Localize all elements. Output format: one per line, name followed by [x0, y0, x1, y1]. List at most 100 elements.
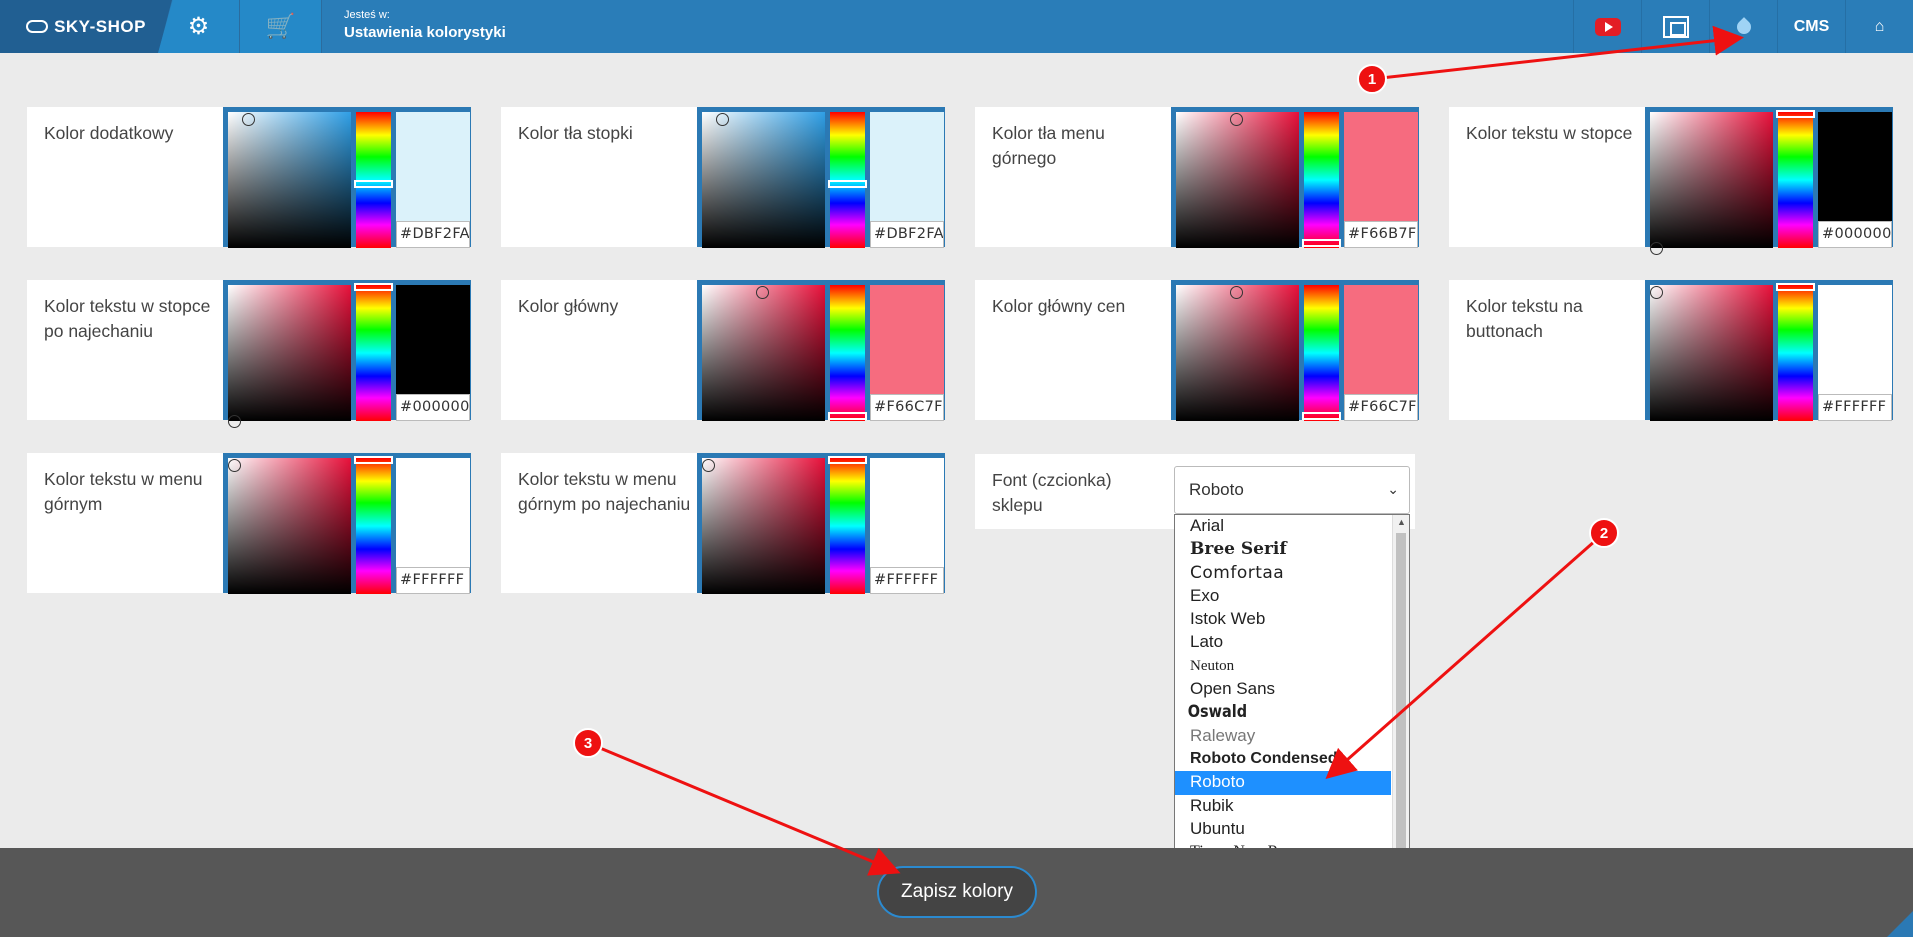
cms-label: CMS	[1793, 17, 1830, 35]
hue-handle[interactable]	[1776, 110, 1815, 118]
saturation-handle[interactable]	[228, 415, 241, 428]
settings-button[interactable]: ⚙	[158, 0, 240, 53]
hex-input[interactable]: #FFFFFF	[396, 567, 470, 594]
saturation-area[interactable]	[228, 112, 351, 248]
color-picker[interactable]: #F66B7F	[1171, 107, 1419, 248]
saturation-area[interactable]	[702, 458, 825, 594]
colors-button[interactable]	[1709, 0, 1777, 53]
saturation-area[interactable]	[1176, 285, 1299, 421]
saturation-area[interactable]	[702, 285, 825, 421]
saturation-handle[interactable]	[1230, 113, 1243, 126]
hue-handle[interactable]	[354, 456, 393, 464]
hex-input[interactable]: #DBF2FA	[396, 221, 470, 248]
color-preview: #FFFFFF	[396, 458, 470, 594]
saturation-area[interactable]	[702, 112, 825, 248]
hue-slider[interactable]	[1302, 285, 1341, 421]
logo[interactable]: SKY-SHOP	[0, 0, 172, 53]
saturation-handle[interactable]	[1650, 242, 1663, 255]
color-picker[interactable]: #FFFFFF	[223, 453, 471, 594]
hex-input[interactable]: #FFFFFF	[870, 567, 944, 594]
hue-slider[interactable]	[828, 285, 867, 421]
home-button[interactable]: ⌂	[1845, 0, 1913, 53]
hex-input[interactable]: #DBF2FA	[870, 221, 944, 248]
saturation-area[interactable]	[1650, 285, 1773, 421]
hue-slider[interactable]	[354, 283, 393, 421]
hue-slider[interactable]	[1776, 110, 1815, 248]
font-option[interactable]: Ubuntu	[1175, 818, 1391, 841]
hue-slider[interactable]	[828, 112, 867, 248]
color-card: Kolor tekstu w stopce po najechaniu #000…	[27, 280, 471, 428]
hue-slider[interactable]	[354, 456, 393, 594]
color-card-label: Kolor tekstu w menu górnym	[44, 469, 203, 514]
hex-input[interactable]: #FFFFFF	[1818, 394, 1892, 421]
hue-handle[interactable]	[828, 456, 867, 464]
hue-slider[interactable]	[1302, 112, 1341, 248]
save-colors-button[interactable]: Zapisz kolory	[877, 866, 1037, 918]
hue-handle[interactable]	[828, 180, 867, 189]
hue-handle[interactable]	[828, 411, 867, 420]
top-bar: SKY-SHOP ⚙ 🛒 Jesteś w: Ustawienia kolory…	[0, 0, 1913, 53]
cart-icon: 🛒	[265, 13, 296, 40]
hue-handle[interactable]	[354, 180, 393, 189]
color-card-label: Kolor dodatkowy	[44, 123, 174, 143]
cms-button[interactable]: CMS	[1777, 0, 1845, 53]
logo-text: SKY-SHOP	[54, 16, 146, 36]
hue-slider[interactable]	[354, 112, 393, 248]
cart-button[interactable]: 🛒	[240, 0, 322, 53]
font-option[interactable]: Exo	[1175, 585, 1391, 608]
saturation-area[interactable]	[1650, 112, 1773, 255]
font-option[interactable]: Rubik	[1175, 795, 1391, 818]
font-option[interactable]: Open Sans	[1175, 678, 1391, 701]
saturation-area[interactable]	[1176, 112, 1299, 248]
font-option[interactable]: Bree Serif	[1175, 538, 1391, 561]
font-option[interactable]: Neuton	[1175, 655, 1391, 678]
hex-input[interactable]: #F66B7F	[1344, 221, 1418, 248]
color-card: Kolor główny cen #F66C7F	[975, 280, 1419, 421]
hex-input[interactable]: #F66C7F	[870, 394, 944, 421]
scroll-up-icon[interactable]: ▲	[1397, 517, 1406, 527]
hue-handle[interactable]	[1302, 411, 1341, 420]
hex-input[interactable]: #000000	[396, 394, 470, 421]
color-picker[interactable]: #DBF2FA	[697, 107, 945, 248]
preview-frame-button[interactable]	[1641, 0, 1709, 53]
font-option[interactable]: Comfortaa	[1175, 562, 1391, 585]
color-picker[interactable]: #000000	[1645, 107, 1893, 255]
font-option[interactable]: Istok Web	[1175, 608, 1391, 631]
color-picker[interactable]: #000000	[223, 280, 471, 428]
hue-slider[interactable]	[828, 456, 867, 594]
saturation-handle[interactable]	[756, 286, 769, 299]
saturation-handle[interactable]	[716, 113, 729, 126]
font-option[interactable]: Oswald	[1175, 701, 1359, 724]
hue-handle[interactable]	[354, 283, 393, 291]
youtube-button[interactable]	[1573, 0, 1641, 53]
font-option[interactable]: Lato	[1175, 631, 1391, 654]
saturation-handle[interactable]	[1230, 286, 1243, 299]
cloud-icon	[26, 20, 49, 33]
color-preview: #F66C7F	[870, 285, 944, 421]
color-picker[interactable]: #FFFFFF	[1645, 280, 1893, 421]
color-card-label: Kolor tekstu w stopce po najechaniu	[44, 296, 211, 341]
font-option[interactable]: Roboto Condensed	[1175, 748, 1391, 771]
saturation-handle[interactable]	[1650, 286, 1663, 299]
saturation-handle[interactable]	[228, 459, 241, 472]
color-picker[interactable]: #DBF2FA	[223, 107, 471, 248]
hue-handle[interactable]	[1302, 238, 1341, 247]
font-option[interactable]: Roboto	[1175, 771, 1391, 795]
saturation-handle[interactable]	[702, 459, 715, 472]
hue-handle[interactable]	[1776, 283, 1815, 291]
hex-input[interactable]: #F66C7F	[1344, 394, 1418, 421]
saturation-area[interactable]	[228, 458, 351, 594]
font-select[interactable]: Roboto ⌄	[1174, 466, 1410, 514]
color-picker[interactable]: #F66C7F	[697, 280, 945, 421]
saturation-handle[interactable]	[242, 113, 255, 126]
saturation-area[interactable]	[228, 285, 351, 428]
home-icon: ⌂	[1874, 17, 1885, 35]
color-card: Kolor tekstu na buttonach #FFFFFF	[1449, 280, 1893, 421]
color-card: Kolor tekstu w menu górnym po najechaniu…	[501, 453, 945, 594]
font-option[interactable]: Raleway	[1175, 725, 1391, 748]
hue-slider[interactable]	[1776, 283, 1815, 421]
color-picker[interactable]: #F66C7F	[1171, 280, 1419, 421]
font-option[interactable]: Arial	[1175, 515, 1391, 538]
hex-input[interactable]: #000000	[1818, 221, 1892, 248]
color-picker[interactable]: #FFFFFF	[697, 453, 945, 594]
